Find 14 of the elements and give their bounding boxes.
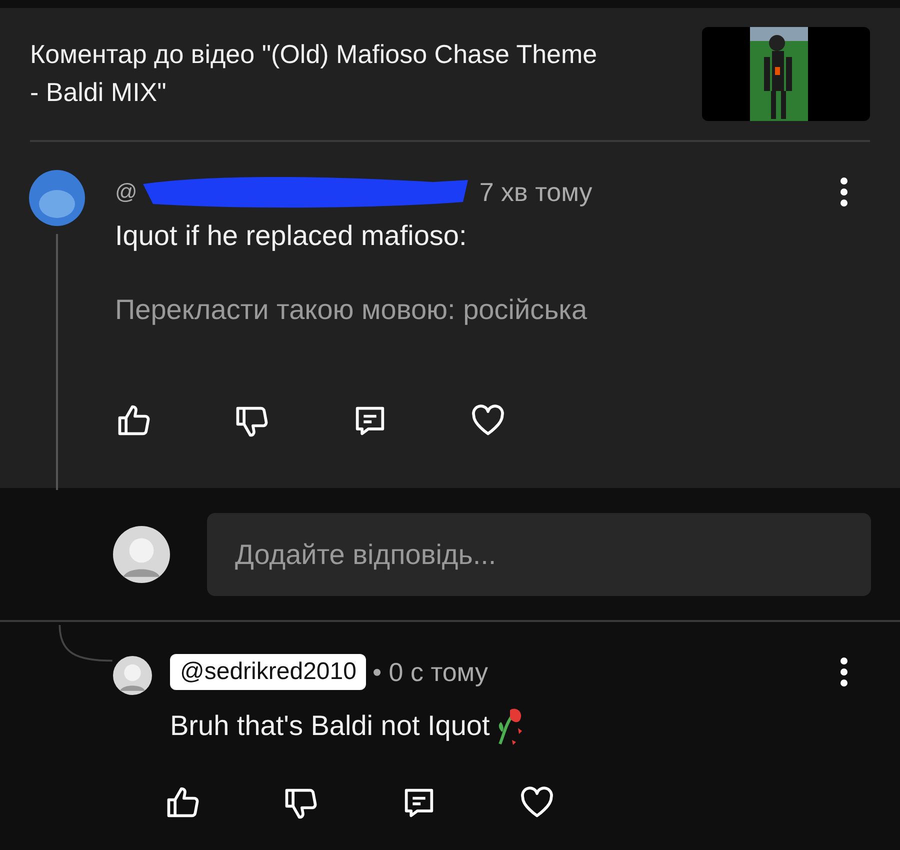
- comment-text: Iquot if he replaced mafioso:: [115, 220, 468, 252]
- reply-input-field[interactable]: Додайте відповідь...: [207, 513, 871, 596]
- more-options-icon[interactable]: [840, 177, 848, 207]
- avatar[interactable]: [29, 170, 85, 226]
- reply-text: Bruh that's Baldi not Iquot: [170, 710, 490, 742]
- avatar[interactable]: [113, 656, 152, 695]
- timestamp: 7 хв тому: [479, 176, 592, 208]
- timestamp: • 0 с тому: [372, 656, 488, 688]
- translate-link[interactable]: Перекласти такою мовою: російська: [115, 294, 900, 326]
- username[interactable]: @: [115, 179, 138, 205]
- more-options-icon[interactable]: [840, 657, 848, 687]
- video-title: Коментар до відео "(Old) Mafioso Chase Theme - Baldi MIX": [30, 38, 598, 109]
- username-chip[interactable]: @sedrikred2010: [170, 654, 366, 690]
- avatar[interactable]: [113, 526, 170, 583]
